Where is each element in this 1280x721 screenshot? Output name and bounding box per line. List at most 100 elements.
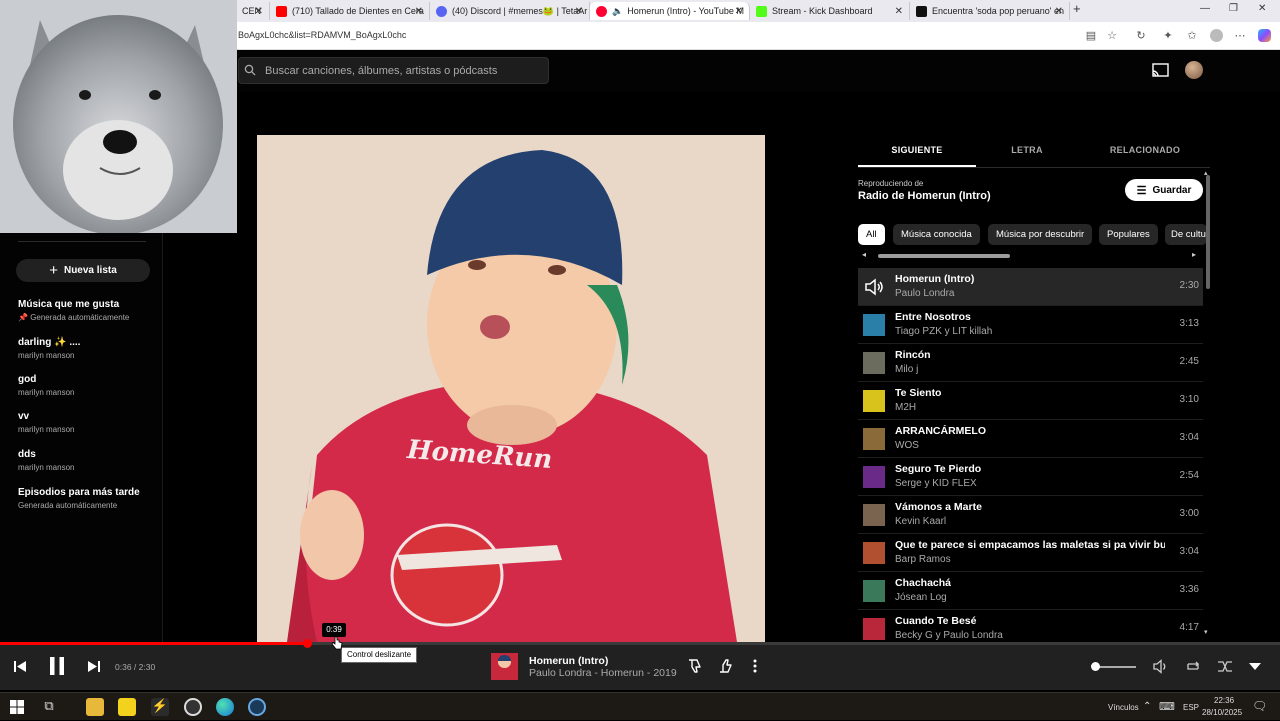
- sidebar-playlist-episodes[interactable]: Episodios para más tarde Generada automá…: [18, 487, 158, 510]
- tab-up-next[interactable]: SIGUIENTE: [858, 145, 976, 155]
- favorites-icon[interactable]: ✩: [1184, 28, 1200, 44]
- cast-icon[interactable]: [1152, 63, 1169, 78]
- favorite-star-icon[interactable]: ☆: [1104, 28, 1120, 44]
- volume-slider[interactable]: [1096, 666, 1136, 668]
- now-playing-title[interactable]: Homerun (Intro): [529, 655, 608, 667]
- queue-item[interactable]: Seguro Te Pierdo Serge y KID FLEX 2:54: [858, 458, 1203, 496]
- reader-icon[interactable]: ▤: [1083, 28, 1099, 44]
- task-view-icon[interactable]: ⧉: [40, 698, 58, 716]
- previous-icon[interactable]: [13, 660, 27, 673]
- repeat-icon[interactable]: [1185, 659, 1201, 674]
- progress-knob[interactable]: [303, 639, 313, 648]
- speaker-icon[interactable]: 🔈: [612, 6, 623, 17]
- app-icon[interactable]: ⚡: [151, 698, 169, 716]
- queue-item[interactable]: Vámonos a Marte Kevin Kaarl 3:00: [858, 496, 1203, 534]
- notifications-icon[interactable]: 🗨: [1252, 699, 1267, 713]
- chip-all[interactable]: All: [858, 224, 885, 245]
- now-playing-thumbnail[interactable]: [491, 653, 518, 680]
- links-label[interactable]: Vínculos: [1108, 703, 1139, 712]
- browser-tab[interactable]: (710) Tallado de Dientes en Cera ✕: [270, 2, 430, 20]
- more-options-icon[interactable]: ⋯: [1232, 28, 1248, 44]
- close-icon[interactable]: ✕: [575, 6, 583, 17]
- extensions-icon[interactable]: ✦: [1160, 28, 1176, 44]
- search-box[interactable]: [238, 57, 549, 84]
- clock-date[interactable]: 28/10/2025: [1202, 708, 1242, 717]
- keyboard-icon[interactable]: ⌨: [1159, 700, 1175, 713]
- scroll-right-icon[interactable]: ▸: [1192, 250, 1196, 259]
- sidebar-playlist[interactable]: dds marilyn manson: [18, 449, 158, 472]
- tab-lyrics[interactable]: LETRA: [968, 145, 1086, 155]
- queue-item[interactable]: ARRANCÁRMELO WOS 3:04: [858, 420, 1203, 458]
- thumbs-down-icon[interactable]: [687, 658, 703, 674]
- volume-knob[interactable]: [1091, 662, 1100, 671]
- queue-item[interactable]: Que te parece si empacamos las maletas s…: [858, 534, 1203, 572]
- sidebar-playlist[interactable]: vv marilyn manson: [18, 411, 158, 434]
- queue-item-thumbnail[interactable]: [863, 314, 885, 336]
- minimize-icon[interactable]: —: [1200, 3, 1210, 14]
- queue-item-thumbnail[interactable]: [863, 352, 885, 374]
- queue-item-thumbnail[interactable]: [863, 428, 885, 450]
- scroll-up-icon[interactable]: ▴: [1204, 169, 1208, 177]
- search-input[interactable]: [265, 63, 535, 79]
- edge-icon[interactable]: [216, 698, 234, 716]
- shuffle-icon[interactable]: [1217, 659, 1233, 674]
- browser-tab-active[interactable]: 🔈 Homerun (Intro) - YouTube M ✕: [590, 2, 750, 20]
- chip-discover-music[interactable]: Música por descubrir: [988, 224, 1093, 245]
- save-queue-button[interactable]: ☰ Guardar: [1125, 179, 1203, 201]
- sticky-notes-icon[interactable]: [118, 698, 136, 716]
- now-playing-speaker-icon[interactable]: [863, 276, 885, 298]
- chip-known-music[interactable]: Música conocida: [893, 224, 980, 245]
- profile-icon[interactable]: [1208, 28, 1224, 44]
- pause-icon[interactable]: [48, 656, 66, 676]
- queue-item-thumbnail[interactable]: [863, 542, 885, 564]
- language-indicator[interactable]: ESP: [1183, 703, 1199, 712]
- file-explorer-icon[interactable]: [86, 698, 104, 716]
- queue-item-thumbnail[interactable]: [863, 580, 885, 602]
- restore-icon[interactable]: ❐: [1229, 3, 1238, 14]
- queue-item[interactable]: Chachachá Jósean Log 3:36: [858, 572, 1203, 610]
- obs-icon[interactable]: [184, 698, 202, 716]
- new-playlist-button[interactable]: + Nueva lista: [16, 259, 150, 282]
- new-tab-icon[interactable]: +: [1073, 1, 1081, 16]
- queue-item-thumbnail[interactable]: [863, 618, 885, 640]
- queue-item-thumbnail[interactable]: [863, 466, 885, 488]
- close-icon[interactable]: ✕: [1055, 6, 1063, 17]
- queue-item[interactable]: Entre Nosotros Tiago PZK y LIT killah 3:13: [858, 306, 1203, 344]
- window-close-icon[interactable]: ✕: [1258, 3, 1266, 14]
- thumbs-up-icon[interactable]: [718, 658, 734, 674]
- close-icon[interactable]: ✕: [255, 6, 263, 17]
- account-avatar[interactable]: [1185, 61, 1203, 79]
- queue-item-thumbnail[interactable]: [863, 390, 885, 412]
- progress-slider[interactable]: [0, 639, 1280, 648]
- chips-scroll-thumb[interactable]: [878, 254, 1010, 258]
- chip-culture[interactable]: De cultu: [1165, 224, 1207, 245]
- close-icon[interactable]: ✕: [415, 6, 423, 17]
- more-vert-icon[interactable]: [752, 658, 758, 674]
- clock-time[interactable]: 22:36: [1214, 696, 1234, 705]
- chip-popular[interactable]: Populares: [1099, 224, 1158, 245]
- browser-tab[interactable]: Stream - Kick Dashboard ✕: [750, 2, 910, 20]
- tray-chevron-icon[interactable]: ⌃: [1143, 701, 1151, 712]
- tab-related[interactable]: RELACIONADO: [1086, 145, 1204, 155]
- next-icon[interactable]: [87, 660, 101, 673]
- now-playing-subtitle[interactable]: Paulo Londra - Homerun - 2019: [529, 667, 677, 679]
- sidebar-playlist-liked[interactable]: Música que me gusta 📌 Generada automátic…: [18, 299, 158, 322]
- queue-scrollbar[interactable]: [1206, 175, 1210, 289]
- browser-tab[interactable]: (40) Discord | #memes🐸 | TetaAr ✕: [430, 2, 590, 20]
- sidebar-playlist[interactable]: god marilyn manson: [18, 374, 158, 397]
- queue-item[interactable]: Homerun (Intro) Paulo Londra 2:30: [858, 268, 1203, 306]
- scroll-down-icon[interactable]: ▾: [1204, 628, 1208, 636]
- close-icon[interactable]: ✕: [895, 6, 903, 17]
- close-icon[interactable]: ✕: [735, 6, 743, 17]
- volume-icon[interactable]: [1153, 659, 1169, 674]
- browser-tab[interactable]: Encuentra 'soda pop peruano' en ✕: [910, 2, 1070, 20]
- copilot-icon[interactable]: [1256, 28, 1272, 44]
- expand-player-icon[interactable]: [1248, 662, 1262, 671]
- queue-item[interactable]: Rincón Milo j 2:45: [858, 344, 1203, 382]
- refresh-icon[interactable]: ↻: [1133, 28, 1149, 44]
- sidebar-playlist[interactable]: darling ✨ .... marilyn manson: [18, 337, 158, 360]
- queue-item[interactable]: Te Siento M2H 3:10: [858, 382, 1203, 420]
- url-field[interactable]: BoAgxL0chc&list=RDAMVM_BoAgxL0chc: [238, 30, 406, 40]
- steam-icon[interactable]: [248, 698, 266, 716]
- queue-item-thumbnail[interactable]: [863, 504, 885, 526]
